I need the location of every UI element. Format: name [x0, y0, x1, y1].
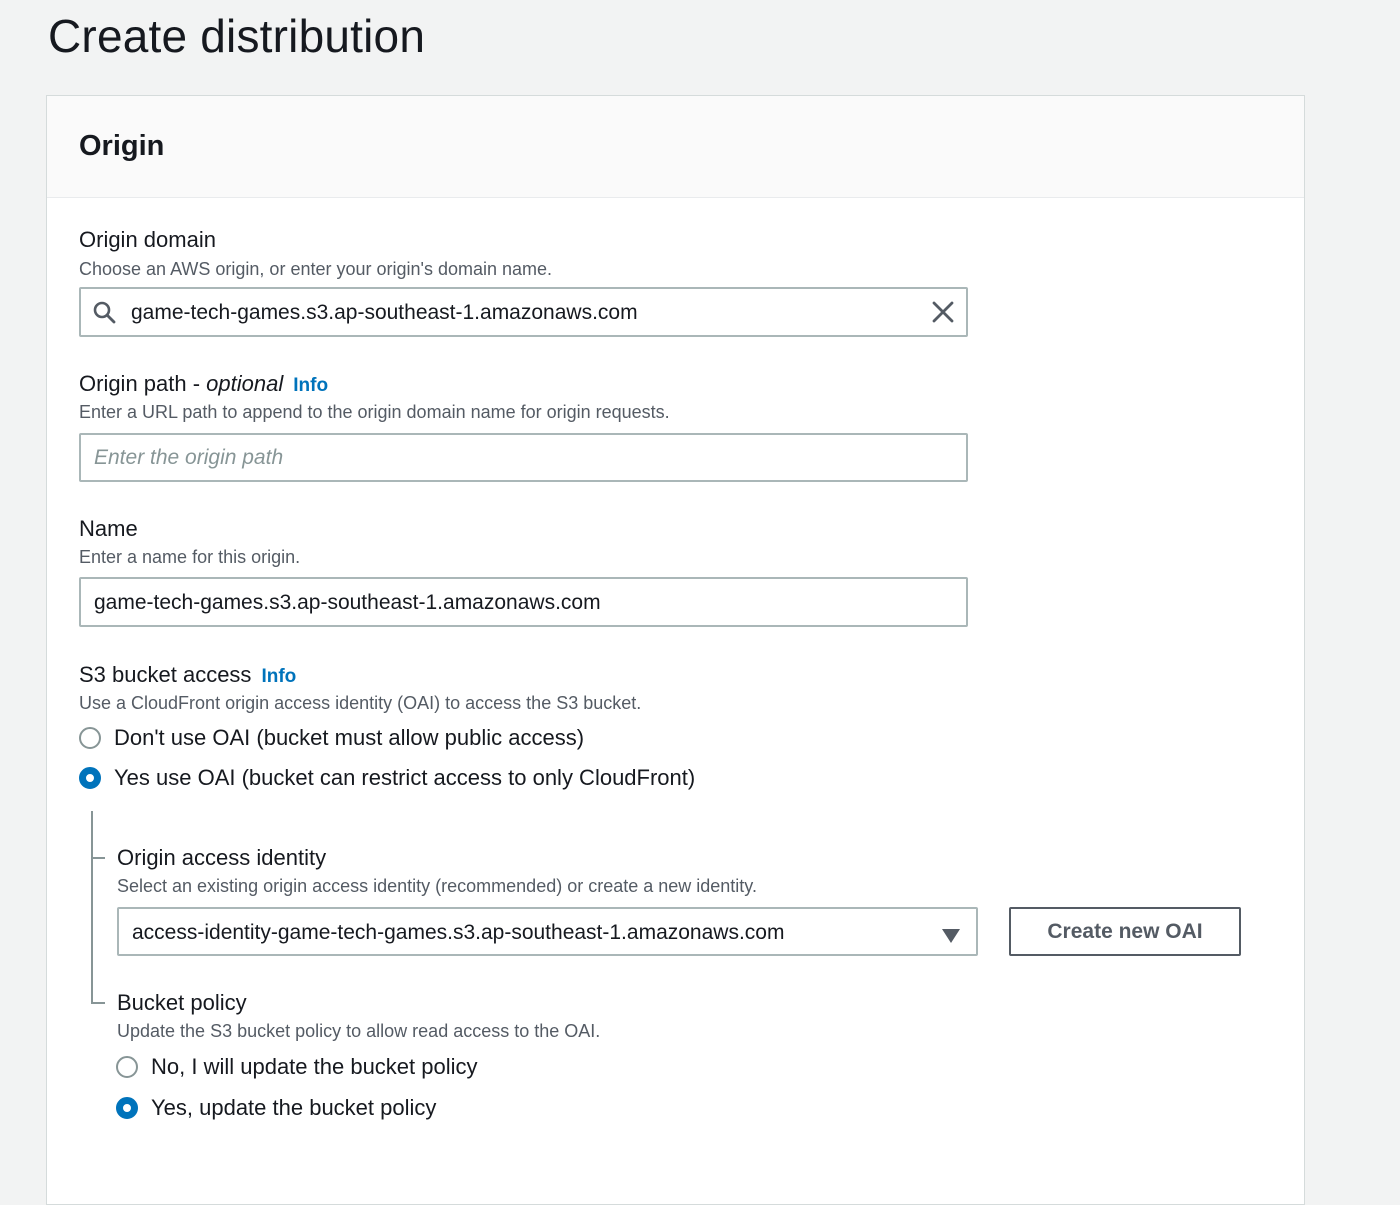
page-title: Create distribution	[48, 10, 426, 62]
radio-yes-update-policy[interactable]: Yes, update the bucket policy	[116, 1094, 436, 1122]
radio-button-selected[interactable]	[79, 767, 101, 789]
radio-label: Yes use OAI (bucket can restrict access …	[114, 765, 696, 790]
origin-path-input[interactable]	[79, 433, 968, 482]
s3-bucket-access-label-text: S3 bucket access	[79, 662, 252, 687]
oai-selected-value: access-identity-game-tech-games.s3.ap-so…	[132, 921, 785, 944]
radio-dont-use-oai[interactable]: Don't use OAI (bucket must allow public …	[79, 724, 584, 752]
oai-description: Select an existing origin access identit…	[117, 876, 757, 896]
origin-path-info-link[interactable]: Info	[293, 375, 328, 396]
radio-no-update-policy[interactable]: No, I will update the bucket policy	[116, 1053, 478, 1081]
clear-icon[interactable]	[931, 300, 955, 324]
origin-domain-description: Choose an AWS origin, or enter your orig…	[79, 259, 553, 279]
origin-path-description: Enter a URL path to append to the origin…	[79, 402, 670, 422]
section-title: Origin	[79, 130, 165, 162]
create-new-oai-button[interactable]: Create new OAI	[1009, 907, 1241, 956]
tree-connector-branch	[91, 857, 105, 859]
origin-domain-label: Origin domain	[79, 227, 216, 252]
radio-button[interactable]	[116, 1056, 138, 1078]
radio-yes-use-oai[interactable]: Yes use OAI (bucket can restrict access …	[79, 764, 695, 792]
panel-header: Origin	[47, 96, 1304, 198]
oai-label: Origin access identity	[117, 845, 327, 870]
radio-label: Don't use OAI (bucket must allow public …	[114, 725, 585, 750]
bucket-policy-description: Update the S3 bucket policy to allow rea…	[117, 1021, 601, 1041]
origin-path-label: Origin path - optional Info	[79, 370, 328, 400]
name-input[interactable]: game-tech-games.s3.ap-southeast-1.amazon…	[79, 577, 968, 627]
origin-domain-value: game-tech-games.s3.ap-southeast-1.amazon…	[131, 301, 638, 324]
s3-bucket-access-description: Use a CloudFront origin access identity …	[79, 693, 642, 713]
s3-bucket-access-label: S3 bucket access Info	[79, 661, 296, 691]
origin-domain-input[interactable]: game-tech-games.s3.ap-southeast-1.amazon…	[79, 287, 968, 337]
optional-label: optional	[206, 371, 284, 396]
name-description: Enter a name for this origin.	[79, 547, 301, 567]
radio-label: No, I will update the bucket policy	[151, 1054, 478, 1079]
s3-bucket-access-info-link[interactable]: Info	[261, 666, 296, 687]
name-value: game-tech-games.s3.ap-southeast-1.amazon…	[94, 591, 601, 614]
radio-button-selected[interactable]	[116, 1097, 138, 1119]
oai-select[interactable]: access-identity-game-tech-games.s3.ap-so…	[117, 907, 978, 956]
radio-button[interactable]	[79, 727, 101, 749]
bucket-policy-label: Bucket policy	[117, 990, 247, 1015]
name-label: Name	[79, 516, 138, 541]
tree-connector-branch	[91, 1002, 105, 1004]
origin-panel: Origin Origin domain Choose an AWS origi…	[46, 95, 1305, 1205]
search-icon	[92, 300, 116, 324]
origin-path-label-text: Origin path -	[79, 371, 207, 396]
caret-down-icon	[942, 925, 960, 943]
tree-connector-vertical	[91, 811, 93, 1003]
radio-label: Yes, update the bucket policy	[151, 1095, 437, 1120]
